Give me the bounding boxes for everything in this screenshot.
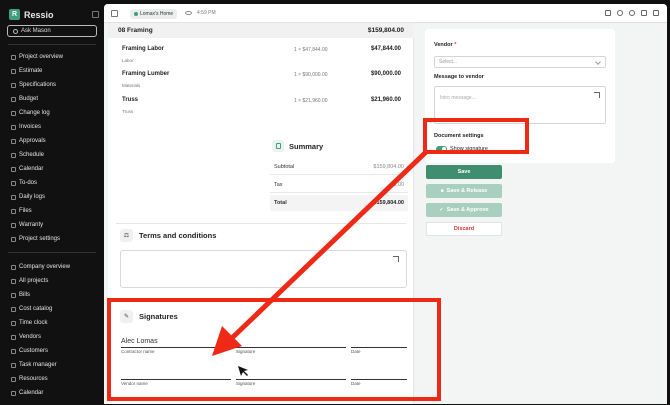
screen: R Ressio Ask Mason Project overview Esti… bbox=[0, 0, 670, 405]
mouse-cursor-icon bbox=[238, 366, 248, 376]
annotation-arrow bbox=[212, 149, 429, 376]
